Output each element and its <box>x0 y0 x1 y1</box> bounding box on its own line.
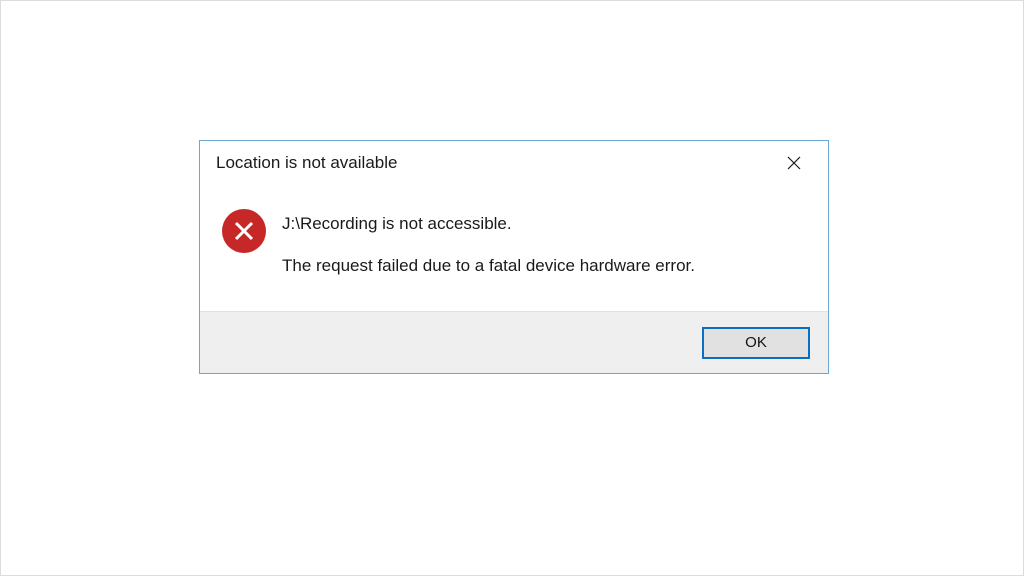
titlebar: Location is not available <box>200 141 828 185</box>
ok-button-label: OK <box>745 334 767 351</box>
dialog-title: Location is not available <box>216 153 397 173</box>
close-icon <box>787 156 801 170</box>
message-line-1: J:\Recording is not accessible. <box>282 213 808 235</box>
close-button[interactable] <box>774 147 814 179</box>
dialog-content: J:\Recording is not accessible. The requ… <box>200 185 828 311</box>
ok-button[interactable]: OK <box>702 327 810 359</box>
message-column: J:\Recording is not accessible. The requ… <box>282 209 808 277</box>
message-line-2: The request failed due to a fatal device… <box>282 255 808 277</box>
error-icon <box>222 209 266 253</box>
icon-column <box>222 209 266 277</box>
error-dialog: Location is not available <box>199 140 829 374</box>
action-bar: OK <box>200 311 828 373</box>
screen-background: Location is not available <box>0 0 1024 576</box>
